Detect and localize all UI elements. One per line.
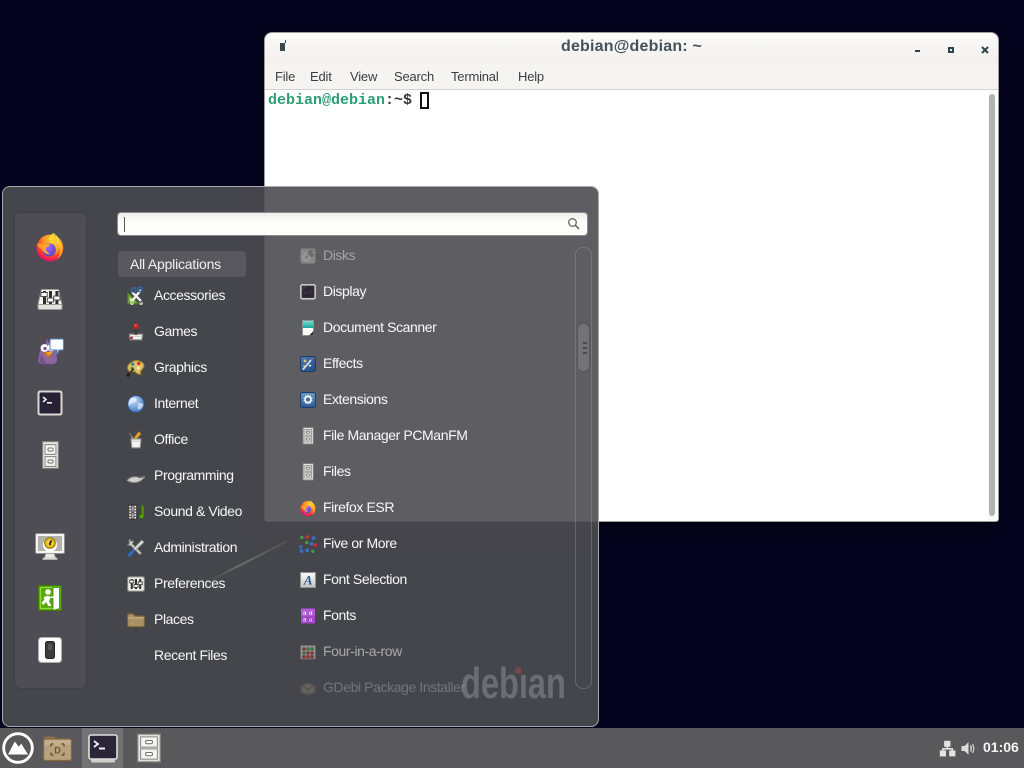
svg-text:A: A bbox=[303, 573, 313, 588]
svg-text:D: D bbox=[54, 746, 61, 756]
svg-text:a: a bbox=[309, 617, 312, 624]
